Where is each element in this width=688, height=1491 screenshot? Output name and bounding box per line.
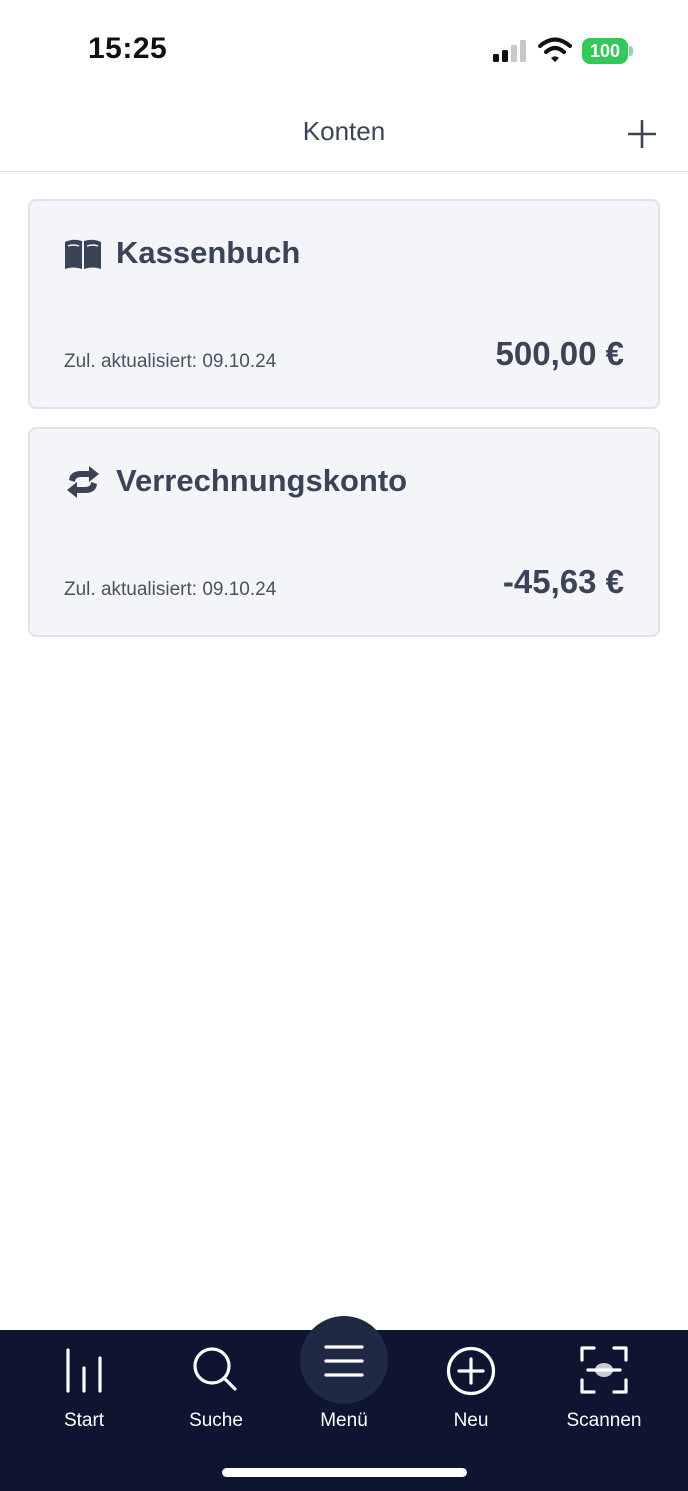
signal-icon (493, 40, 526, 62)
account-balance: -45,63 € (502, 563, 624, 600)
account-card-verrechnungskonto[interactable]: Verrechnungskonto Zul. aktualisiert: 09.… (28, 427, 660, 637)
bar-chart-icon (66, 1348, 102, 1393)
plus-circle-icon (446, 1346, 496, 1396)
account-balance: 500,00 € (495, 335, 624, 372)
tab-label: Suche (189, 1410, 243, 1431)
account-name: Verrechnungskonto (116, 463, 408, 498)
page-title: Konten (302, 116, 386, 146)
account-list: Kassenbuch Zul. aktualisiert: 09.10.24 5… (28, 199, 660, 655)
tab-new[interactable]: Neu (411, 1330, 531, 1450)
accounts-screen: 15:25 100 Konten Kassenbuch Zul. aktuali… (0, 0, 688, 1491)
account-card-kassenbuch[interactable]: Kassenbuch Zul. aktualisiert: 09.10.24 5… (28, 199, 660, 409)
plus-icon (628, 120, 656, 148)
battery-level: 100 (589, 40, 621, 61)
status-bar: 15:25 100 (0, 0, 688, 100)
scan-icon (580, 1346, 628, 1394)
book-icon (65, 239, 101, 269)
search-icon (193, 1347, 237, 1391)
home-indicator[interactable] (222, 1468, 467, 1477)
wifi-icon (538, 37, 572, 62)
account-name: Kassenbuch (116, 235, 301, 270)
tab-label: Scannen (566, 1410, 642, 1431)
tab-start[interactable]: Start (24, 1330, 144, 1450)
account-updated: Zul. aktualisiert: 09.10.24 (64, 351, 277, 372)
tab-menu[interactable] (300, 1316, 388, 1404)
tab-search[interactable]: Suche (156, 1330, 276, 1450)
account-updated: Zul. aktualisiert: 09.10.24 (64, 579, 277, 600)
transfer-icon (67, 466, 99, 498)
nav-header: Konten (0, 100, 688, 172)
add-account-button[interactable] (622, 114, 662, 154)
tab-scan[interactable]: Scannen (544, 1330, 664, 1450)
tab-label: Neu (453, 1410, 489, 1431)
menu-icon (324, 1345, 364, 1377)
battery-icon: 100 (582, 38, 628, 64)
tab-label: Menü (320, 1410, 368, 1431)
status-time: 15:25 (88, 32, 168, 65)
battery-cap (629, 46, 633, 56)
tab-label: Start (63, 1410, 105, 1431)
